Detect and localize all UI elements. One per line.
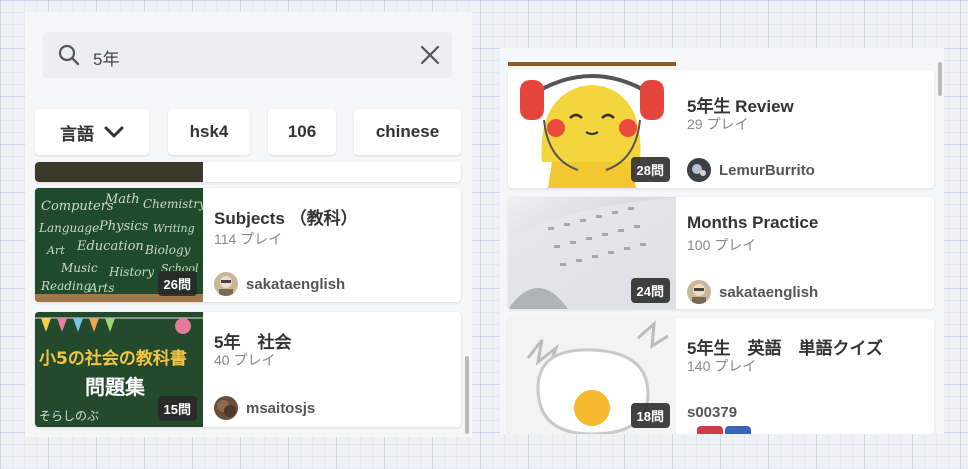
filter-label: chinese — [375, 122, 440, 141]
svg-text:Physics: Physics — [98, 219, 149, 234]
question-count-badge: 18問 — [630, 403, 670, 428]
author-name: LemurBurrito — [719, 161, 815, 179]
svg-text:Art: Art — [46, 244, 65, 257]
filter-chip-chinese[interactable]: chinese — [354, 109, 461, 155]
quiz-thumbnail — [35, 162, 203, 182]
svg-text:Language: Language — [38, 221, 99, 235]
question-count-badge: 15問 — [157, 396, 197, 421]
author-name: sakataenglish — [246, 275, 346, 293]
search-query: 5年 — [93, 50, 120, 69]
scrollbar[interactable] — [938, 62, 942, 96]
svg-text:History: History — [108, 265, 154, 279]
tag-chip — [697, 426, 723, 434]
svg-text:Writing: Writing — [153, 222, 195, 235]
svg-text:問題集: 問題集 — [85, 375, 146, 399]
quiz-thumbnail: 小5の社会の教科書 問題集 そらしのぶ 15問 — [35, 312, 203, 427]
avatar — [214, 272, 238, 296]
scrollbar[interactable] — [465, 356, 469, 434]
quiz-thumbnail: Computers Math Chemistry Language Physic… — [35, 188, 203, 302]
svg-text:Chemistry: Chemistry — [143, 197, 203, 211]
avatar — [214, 396, 238, 420]
search-icon — [58, 44, 80, 66]
play-count: 100 プレイ — [687, 237, 757, 253]
filter-chip-hsk4[interactable]: hsk4 — [168, 109, 250, 155]
filter-label: 言語 — [60, 124, 94, 144]
quiz-title: Months Practice — [687, 213, 819, 232]
author[interactable]: msaitosjs — [214, 396, 315, 420]
result-card[interactable]: Computers Math Chemistry Language Physic… — [35, 188, 461, 302]
quiz-thumbnail: 24問 — [508, 197, 676, 309]
right-results-panel: 28問 5年生 Review 29 プレイ LemurBurrito 24問 M… — [500, 48, 944, 434]
author[interactable]: sakataenglish — [214, 272, 345, 296]
avatar — [687, 280, 711, 304]
author-name: msaitosjs — [246, 399, 316, 417]
quiz-title: Subjects （教科） — [214, 209, 358, 228]
avatar — [687, 158, 711, 182]
filter-label: hsk4 — [189, 122, 229, 141]
svg-text:Arts: Arts — [88, 281, 114, 295]
left-search-panel: 5年 言語 hsk4 106 chinese Computers Math Ch… — [25, 12, 472, 437]
play-count: 140 プレイ — [687, 358, 757, 374]
filter-language-dropdown[interactable]: 言語 — [35, 109, 149, 155]
svg-text:Reading: Reading — [40, 279, 92, 293]
author[interactable]: sakataenglish — [687, 280, 818, 304]
quiz-thumbnail: 28問 — [508, 70, 676, 188]
author-name: sakataenglish — [719, 283, 819, 301]
author[interactable]: LemurBurrito — [687, 158, 815, 182]
filter-label: 106 — [287, 122, 317, 141]
question-count-badge: 26問 — [157, 271, 197, 296]
filter-chip-106[interactable]: 106 — [268, 109, 336, 155]
play-count: 40 プレイ — [214, 352, 276, 368]
tag-chip — [725, 426, 751, 434]
question-count-badge: 24問 — [630, 278, 670, 303]
svg-text:Computers: Computers — [41, 199, 114, 214]
author[interactable]: s00379 — [687, 404, 737, 421]
result-card[interactable]: 28問 5年生 Review 29 プレイ LemurBurrito — [508, 70, 934, 188]
svg-text:Music: Music — [60, 261, 98, 275]
author-name: s00379 — [687, 404, 738, 421]
result-card-partial[interactable] — [35, 162, 461, 182]
svg-text:Education: Education — [76, 239, 144, 254]
result-card[interactable]: 小5の社会の教科書 問題集 そらしのぶ 15問 5年 社会 40 プレイ msa… — [35, 312, 461, 427]
svg-text:Math: Math — [104, 192, 140, 207]
play-count: 114 プレイ — [214, 231, 283, 247]
svg-text:小5の社会の教科書: 小5の社会の教科書 — [39, 348, 187, 369]
progress-bar — [508, 62, 676, 66]
close-icon[interactable] — [418, 43, 442, 67]
search-input[interactable]: 5年 — [43, 32, 452, 78]
result-card[interactable]: 24問 Months Practice 100 プレイ sakataenglis… — [508, 197, 934, 309]
question-count-badge: 28問 — [630, 157, 670, 182]
result-card[interactable]: 18問 5年生 英語 単語クイズ 140 プレイ s00379 — [508, 318, 934, 434]
quiz-thumbnail: 18問 — [508, 318, 676, 434]
chevron-down-icon — [104, 126, 124, 138]
svg-text:そらしのぶ: そらしのぶ — [39, 409, 99, 423]
svg-text:Biology: Biology — [144, 243, 191, 257]
play-count: 29 プレイ — [687, 116, 749, 132]
